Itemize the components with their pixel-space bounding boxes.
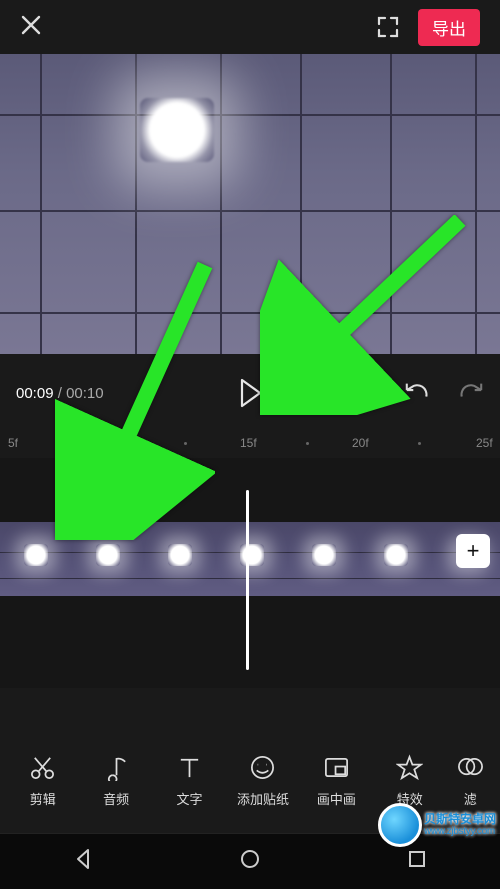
video-track[interactable] [0, 522, 500, 596]
playhead[interactable] [246, 490, 249, 670]
text-icon [176, 754, 203, 781]
clip-thumb[interactable] [288, 522, 360, 596]
sticker-icon [249, 754, 276, 781]
scissors-icon [29, 754, 56, 781]
filter-icon [457, 754, 484, 781]
playback-controls: 00:09 / 00:10 [0, 354, 500, 432]
timecode: 00:09 / 00:10 [16, 385, 104, 402]
clip-thumb[interactable] [216, 522, 288, 596]
frame-ruler[interactable]: 5f 10f 15f 20f 25f [0, 432, 500, 458]
tool-filter[interactable]: 滤 [455, 754, 485, 808]
nav-back[interactable] [71, 847, 95, 876]
tool-label: 添加贴纸 [237, 789, 289, 808]
tool-label: 画中画 [317, 789, 356, 808]
watermark-line2: www.zjbstyy.com [424, 826, 496, 838]
redo-button[interactable] [458, 381, 484, 406]
timeline[interactable]: + [0, 458, 500, 688]
tool-audio[interactable]: 音频 [88, 754, 144, 808]
ruler-tick: 15f [240, 436, 257, 450]
star-icon [396, 754, 423, 781]
watermark-icon [378, 803, 422, 847]
nav-recent[interactable] [405, 847, 429, 876]
undo-button[interactable] [404, 381, 430, 406]
nav-home[interactable] [238, 847, 262, 876]
clip-thumb[interactable] [360, 522, 432, 596]
export-button[interactable]: 导出 [418, 9, 480, 46]
clip-thumb[interactable] [72, 522, 144, 596]
music-note-icon [103, 754, 130, 781]
current-time: 00:09 [16, 385, 54, 402]
watermark-line1: 贝斯特安卓网 [424, 812, 496, 826]
tool-text[interactable]: 文字 [162, 754, 218, 808]
ruler-tick: 25f [476, 436, 493, 450]
play-button[interactable] [238, 378, 262, 408]
clip-thumb[interactable] [144, 522, 216, 596]
tool-label: 文字 [177, 789, 203, 808]
top-bar: 导出 [0, 0, 500, 54]
close-button[interactable] [20, 12, 42, 43]
pip-icon [323, 754, 350, 781]
ruler-tick: 20f [352, 436, 369, 450]
watermark: 贝斯特安卓网 www.zjbstyy.com [378, 803, 496, 847]
tool-cut[interactable]: 剪辑 [15, 754, 71, 808]
tool-label: 剪辑 [30, 789, 56, 808]
tool-pip[interactable]: 画中画 [308, 754, 364, 808]
tool-effect[interactable]: 特效 [382, 754, 438, 808]
preview-light [140, 98, 214, 162]
tool-sticker[interactable]: 添加贴纸 [235, 754, 291, 808]
fullscreen-icon[interactable] [376, 15, 400, 39]
clip-thumb[interactable] [0, 522, 72, 596]
ruler-tick: 10f [118, 436, 135, 450]
add-clip-button[interactable]: + [456, 534, 490, 568]
ruler-tick: 5f [8, 436, 18, 450]
tool-label: 音频 [103, 789, 129, 808]
video-preview[interactable] [0, 54, 500, 354]
total-time: 00:10 [66, 385, 104, 402]
